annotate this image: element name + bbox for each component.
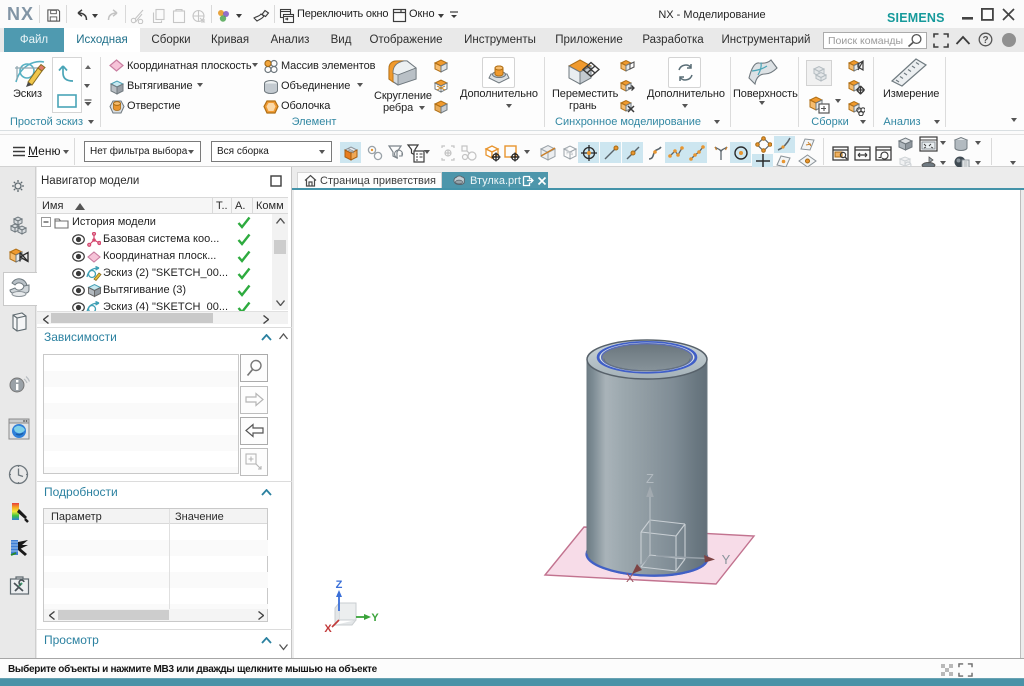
svg-text:?: ? — [982, 35, 988, 46]
svg-text:Y: Y — [722, 552, 731, 567]
svg-text:X: X — [324, 623, 332, 635]
svg-text:Z: Z — [646, 471, 654, 486]
svg-text:Z: Z — [336, 579, 343, 591]
svg-text:X: X — [626, 571, 634, 585]
svg-text:Y: Y — [371, 612, 379, 624]
